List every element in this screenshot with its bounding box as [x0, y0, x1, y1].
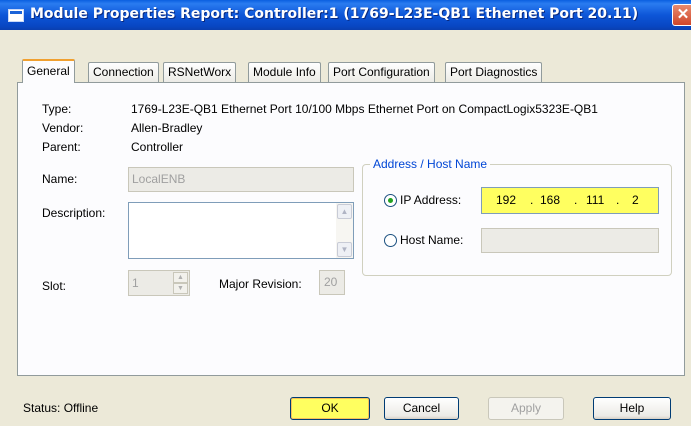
ip-address-label[interactable]: IP Address: [400, 193, 461, 207]
help-button[interactable]: Help [593, 397, 671, 420]
apply-button[interactable]: Apply [488, 397, 564, 420]
title-bar[interactable]: Module Properties Report: Controller:1 (… [0, 0, 691, 30]
tab-port-diagnostics[interactable]: Port Diagnostics [445, 62, 543, 82]
slot-label: Slot: [42, 279, 67, 293]
host-name-field[interactable] [481, 228, 659, 253]
address-groupbox [362, 164, 672, 276]
ip-octet-4: 2 [632, 193, 639, 207]
scroll-up-icon[interactable]: ▲ [337, 204, 352, 219]
tab-rsnetworx[interactable]: RSNetWorx [163, 62, 237, 82]
description-label: Description: [42, 206, 106, 220]
spin-down-icon[interactable]: ▼ [173, 283, 188, 294]
vendor-value: Allen-Bradley [131, 121, 203, 135]
ip-dot-3: . [616, 193, 620, 207]
spin-up-icon[interactable]: ▲ [173, 272, 188, 283]
address-group-title: Address / Host Name [370, 157, 491, 171]
host-name-label[interactable]: Host Name: [400, 233, 463, 247]
scroll-down-icon[interactable]: ▼ [337, 242, 352, 257]
slot-spin-buttons[interactable]: ▲ ▼ [173, 272, 188, 294]
name-field[interactable]: LocalENB [128, 167, 354, 192]
cancel-button[interactable]: Cancel [384, 397, 459, 420]
ip-dot-1: . [530, 193, 534, 207]
major-revision-field[interactable]: 20 [319, 270, 345, 295]
name-label: Name: [42, 172, 78, 186]
close-icon[interactable]: ✕ [672, 4, 691, 26]
module-properties-window: Module Properties Report: Controller:1 (… [0, 0, 691, 426]
tab-general[interactable]: General [22, 59, 75, 83]
type-value: 1769-L23E-QB1 Ethernet Port 10/100 Mbps … [131, 102, 598, 116]
ip-address-field[interactable]: 192 . 168 . 111 . 2 [481, 187, 659, 214]
ok-button[interactable]: OK [290, 397, 370, 420]
host-name-radio[interactable] [384, 234, 397, 247]
tab-module-info[interactable]: Module Info [248, 62, 321, 82]
description-field[interactable]: ▲ ▼ [128, 202, 354, 259]
type-label: Type: [42, 102, 72, 116]
parent-value: Controller [131, 140, 184, 154]
ip-octet-2: 168 [540, 193, 561, 207]
description-scrollbar[interactable]: ▲ ▼ [336, 203, 353, 258]
tab-port-configuration[interactable]: Port Configuration [328, 62, 435, 82]
slot-value: 1 [132, 276, 139, 290]
parent-label: Parent: [42, 140, 81, 154]
window-title: Module Properties Report: Controller:1 (… [30, 6, 639, 22]
ip-octet-3: 111 [586, 193, 605, 207]
ip-dot-2: . [574, 193, 578, 207]
tab-connection[interactable]: Connection [88, 62, 159, 82]
major-revision-label: Major Revision: [219, 277, 302, 291]
ip-octet-1: 192 [496, 193, 517, 207]
ip-address-radio[interactable] [384, 194, 397, 207]
status-text: Status: Offline [23, 401, 99, 415]
vendor-label: Vendor: [42, 121, 84, 135]
window-icon [8, 9, 24, 22]
slot-stepper[interactable]: 1 ▲ ▼ [128, 270, 190, 296]
